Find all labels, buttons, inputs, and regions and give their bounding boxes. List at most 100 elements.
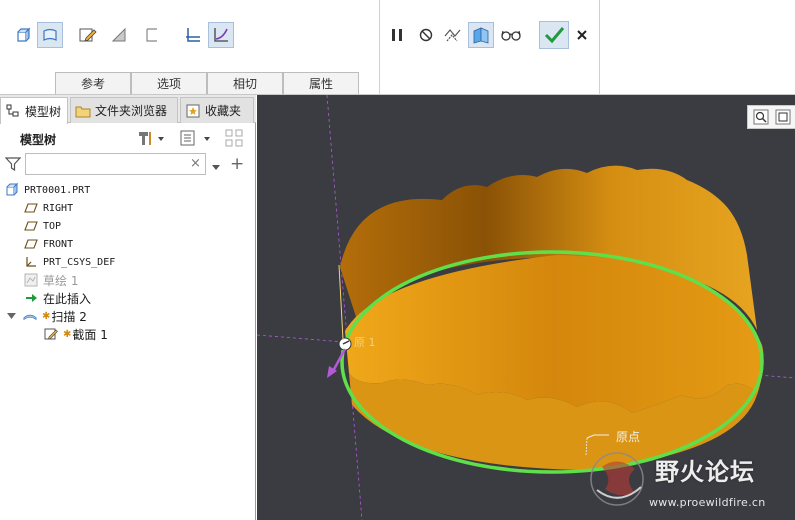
search-filter-row: × + [0, 153, 256, 177]
tab-favorites[interactable]: 收藏夹 [180, 97, 254, 123]
sweep-icon [23, 309, 37, 323]
chevron-down-icon [212, 165, 220, 170]
regen-star-icon: ✱ [63, 328, 72, 340]
constant-section-icon [186, 28, 200, 42]
pause-icon [392, 29, 402, 41]
close-icon [577, 30, 587, 40]
tab-model-tree[interactable]: 模型树 [0, 97, 68, 124]
grid-filter-icon [225, 129, 243, 147]
preview-geometry-button[interactable] [440, 22, 466, 48]
tree-item-part[interactable]: PRT0001.PRT [5, 181, 90, 199]
datum-plane-icon [24, 237, 38, 251]
refit-icon [775, 109, 791, 125]
search-input[interactable] [25, 153, 206, 175]
filter-display-button[interactable] [224, 128, 246, 151]
tree-item-label: PRT0001.PRT [24, 184, 91, 196]
surface-icon [43, 28, 57, 41]
navigator-tabs: 模型树 文件夹浏览器 收藏夹 [0, 95, 256, 124]
csys-icon [24, 255, 38, 269]
tree-item-sketch[interactable]: 草绘 1 [24, 271, 78, 289]
add-filter-button[interactable]: + [230, 154, 244, 174]
pause-button[interactable] [384, 22, 410, 48]
cancel-button[interactable] [569, 22, 595, 48]
tab-label: 模型树 [25, 104, 62, 119]
remove-material-icon [111, 27, 126, 42]
glasses-icon [501, 30, 521, 41]
solid-sweep-button[interactable] [10, 22, 36, 48]
refit-button[interactable] [775, 109, 791, 128]
datum-plane-icon [24, 219, 38, 233]
surface-sweep-button[interactable] [37, 22, 63, 48]
start-point-label: 原 1 [354, 336, 376, 349]
model-tree-title: 模型树 [20, 133, 57, 147]
constant-section-button[interactable] [180, 22, 206, 48]
variable-section-icon [214, 28, 228, 42]
tree-item-right-plane[interactable]: RIGHT [24, 199, 73, 217]
tab-references[interactable]: 参考 [55, 72, 131, 94]
solid-cube-icon [17, 27, 31, 42]
zoom-fit-button[interactable] [753, 109, 769, 128]
show-columns-button[interactable] [178, 128, 214, 151]
variable-section-button[interactable] [208, 22, 234, 48]
tree-item-label: 在此插入 [43, 291, 92, 306]
no-preview-icon [419, 28, 433, 42]
expand-chevron-icon[interactable] [7, 312, 17, 320]
list-dropdown-icon [180, 130, 210, 146]
checkmark-icon [544, 27, 565, 44]
model-tree-icon [5, 103, 21, 119]
start-point-marker[interactable] [338, 337, 352, 351]
zoom-icon [753, 109, 769, 125]
tree-item-section[interactable]: ✱ 截面 1 [44, 325, 108, 343]
ribbon: 参考 选项 相切 属性 [0, 0, 795, 95]
tree-item-insert-here[interactable]: 在此插入 [24, 289, 91, 307]
tree-item-label: FRONT [43, 238, 74, 250]
remove-material-button[interactable] [106, 22, 132, 48]
ribbon-separator-2 [599, 0, 600, 95]
sketch-icon [24, 273, 38, 287]
folder-icon [75, 103, 91, 119]
tree-item-label: RIGHT [43, 202, 74, 214]
regen-star-icon: ✱ [42, 310, 51, 322]
accept-button[interactable] [539, 21, 569, 49]
tab-label: 文件夹浏览器 [95, 104, 168, 118]
thicken-button[interactable] [139, 22, 165, 48]
insert-here-arrow-icon [24, 291, 38, 305]
favorites-icon [185, 103, 201, 119]
ribbon-separator [379, 0, 380, 95]
tree-item-front-plane[interactable]: FRONT [24, 235, 73, 253]
tree-settings-button[interactable] [136, 128, 166, 151]
model-tree-header: 模型树 [0, 125, 256, 151]
tree-item-label: 扫描 2 [51, 309, 87, 324]
no-preview-button[interactable] [413, 22, 439, 48]
tree-item-label: PRT_CSYS_DEF [43, 256, 116, 268]
tree-item-csys[interactable]: PRT_CSYS_DEF [24, 253, 115, 271]
tab-tangency[interactable]: 相切 [207, 72, 283, 94]
section-pencil-icon [44, 327, 58, 341]
tree-item-top-plane[interactable]: TOP [24, 217, 61, 235]
clear-search-button[interactable]: × [190, 156, 201, 171]
thicken-icon [146, 28, 157, 42]
tab-folder-browser[interactable]: 文件夹浏览器 [70, 97, 178, 123]
section-edge [338, 264, 344, 341]
tree-item-label: 草绘 1 [43, 273, 79, 288]
watermark-title: 野火论坛 [655, 458, 755, 486]
watermark-url: www.proewildfire.cn [649, 496, 766, 509]
graphics-viewport[interactable]: 原 1 原点 野火论坛 www.proewildfire.cn [257, 95, 795, 520]
tree-item-sweep[interactable]: ✱ 扫描 2 [7, 307, 87, 325]
tab-properties[interactable]: 属性 [283, 72, 359, 94]
tab-options[interactable]: 选项 [131, 72, 207, 94]
hammer-settings-icon [139, 132, 164, 145]
tree-item-label: TOP [43, 220, 62, 232]
verify-mode-icon [473, 27, 489, 44]
datum-plane-icon [24, 201, 38, 215]
view-glasses-button[interactable] [498, 22, 524, 48]
sketch-pencil-icon [79, 28, 97, 42]
origin-annotation: 原点 [616, 430, 641, 444]
part-icon [5, 183, 19, 197]
verify-mode-button[interactable] [468, 22, 494, 48]
sketch-section-button[interactable] [74, 22, 100, 48]
tree-item-label: 截面 1 [72, 327, 108, 342]
funnel-filter-icon[interactable] [4, 156, 22, 175]
search-options-dropdown[interactable] [211, 161, 221, 175]
graphics-toolbar [747, 105, 795, 129]
